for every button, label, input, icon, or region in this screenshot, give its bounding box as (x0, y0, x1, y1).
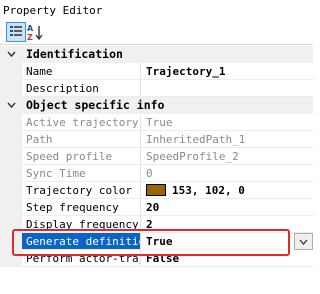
property-name: Generate definition (22, 233, 141, 250)
row-gutter (0, 233, 22, 250)
chevron-down-icon[interactable] (7, 102, 16, 109)
category-label: Identification (26, 47, 123, 61)
categorized-view-button[interactable] (6, 22, 26, 42)
property-name: Perform actor-trajectory (22, 250, 141, 267)
property-name: Display frequency (22, 216, 141, 233)
property-row-step-frequency[interactable]: Step frequency 20 (0, 199, 313, 216)
property-name: Name (22, 63, 141, 80)
window-title: Property Editor (0, 0, 313, 20)
property-row-speed-profile[interactable]: Speed profile SpeedProfile_2 (0, 148, 313, 165)
property-value[interactable]: 2 (142, 216, 313, 233)
property-row-active-trajectory[interactable]: Active trajectory True (0, 114, 313, 131)
property-name: Description (22, 80, 141, 97)
chevron-down-icon (299, 239, 308, 245)
property-name: Step frequency (22, 199, 141, 216)
color-value: 153, 102, 0 (172, 184, 245, 197)
row-gutter (0, 216, 22, 233)
property-name: Speed profile (22, 148, 141, 165)
category-identification[interactable]: Identification (0, 46, 313, 63)
property-value[interactable]: Trajectory_1 (142, 63, 313, 80)
chevron-down-icon[interactable] (7, 51, 16, 58)
alphabetical-sort-button[interactable]: A Z (25, 22, 45, 42)
value-dropdown-button[interactable] (294, 233, 313, 250)
row-gutter (0, 131, 22, 148)
row-gutter (0, 80, 22, 97)
property-value[interactable] (142, 80, 313, 97)
property-row-description[interactable]: Description (0, 80, 313, 97)
property-row-perform-actor-trajectory[interactable]: Perform actor-trajectory False (0, 250, 313, 267)
row-gutter (0, 63, 22, 80)
row-gutter (0, 165, 22, 182)
property-value[interactable]: 20 (142, 199, 313, 216)
property-value[interactable]: 153, 102, 0 (142, 182, 313, 199)
svg-text:A: A (27, 24, 34, 33)
property-row-generate-definition[interactable]: Generate definition True (0, 233, 313, 250)
property-value[interactable]: False (142, 250, 313, 267)
property-name: Sync Time (22, 165, 141, 182)
toolbar: A Z (0, 20, 313, 45)
property-row-sync-time[interactable]: Sync Time 0 (0, 165, 313, 182)
row-gutter (0, 114, 22, 131)
row-gutter (0, 199, 22, 216)
property-name: Path (22, 131, 141, 148)
category-label: Object specific info (26, 98, 165, 112)
property-name: Trajectory color (22, 182, 141, 199)
property-row-trajectory-color[interactable]: Trajectory color 153, 102, 0 (0, 182, 313, 199)
categorized-view-icon (10, 26, 22, 36)
property-value: 0 (142, 165, 313, 182)
property-row-path[interactable]: Path InheritedPath_1 (0, 131, 313, 148)
sort-az-icon: A Z (27, 24, 43, 42)
property-row-display-frequency[interactable]: Display frequency 2 (0, 216, 313, 233)
property-row-name[interactable]: Name Trajectory_1 (0, 63, 313, 80)
category-object-specific-info[interactable]: Object specific info (0, 97, 313, 114)
row-gutter (0, 182, 22, 199)
row-gutter (0, 250, 22, 267)
property-value: SpeedProfile_2 (142, 148, 313, 165)
property-value: InheritedPath_1 (142, 131, 313, 148)
svg-text:Z: Z (27, 33, 33, 42)
property-grid: Identification Name Trajectory_1 Descrip… (0, 46, 313, 294)
property-value[interactable]: True (142, 233, 292, 250)
property-name: Active trajectory (22, 114, 141, 131)
property-value: True (142, 114, 313, 131)
row-gutter (0, 148, 22, 165)
color-swatch[interactable] (146, 184, 166, 196)
